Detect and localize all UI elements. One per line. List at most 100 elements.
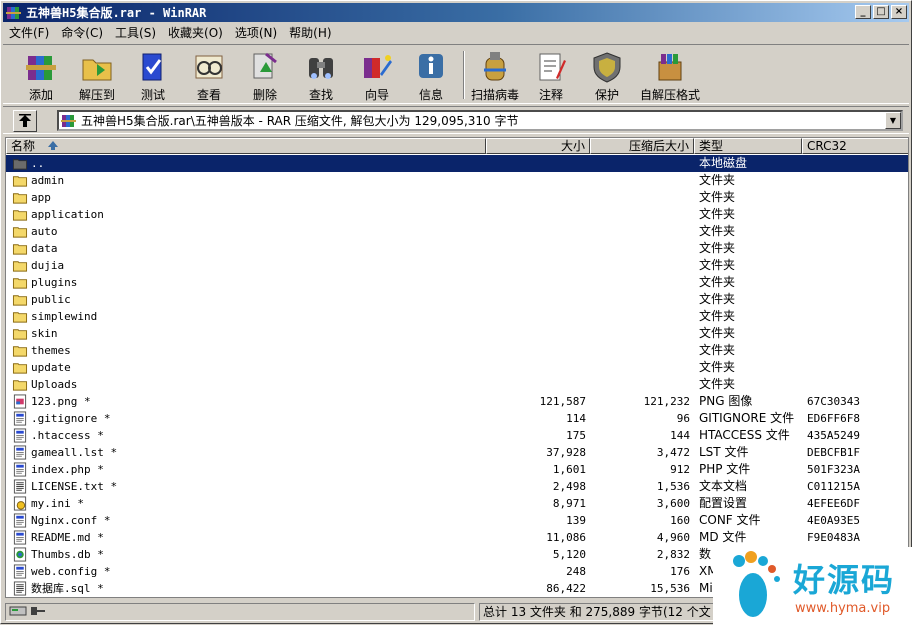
virus-scan-label: 扫描病毒 [470, 88, 519, 102]
table-row[interactable]: index.php * 1,601 912 PHP 文件 501F323A [6, 461, 908, 478]
find-button[interactable]: 查找 [293, 47, 349, 103]
address-dropdown-button[interactable]: ▼ [885, 112, 901, 129]
extract-to-button[interactable]: 解压到 [69, 47, 125, 103]
table-row[interactable]: dujia 文件夹 [6, 257, 908, 274]
sort-up-icon [47, 141, 58, 150]
folder-icon [12, 312, 28, 323]
table-row[interactable]: README.md * 11,086 4,960 MD 文件 F9E0483A [6, 529, 908, 546]
row-name: my.ini * [31, 497, 84, 510]
menu-options[interactable]: 选项(N) [229, 24, 283, 41]
table-row[interactable]: app 文件夹 [6, 189, 908, 206]
table-row[interactable]: Uploads 文件夹 [6, 376, 908, 393]
file-icon [13, 513, 27, 528]
file-icon [13, 496, 27, 511]
wizard-button[interactable]: 向导 [349, 47, 405, 103]
row-crc: C011215A [807, 480, 860, 493]
table-row[interactable]: plugins 文件夹 [6, 274, 908, 291]
wizard-icon [364, 55, 392, 78]
test-label: 测试 [140, 88, 165, 102]
table-row[interactable]: auto 文件夹 [6, 223, 908, 240]
table-row[interactable]: admin 文件夹 [6, 172, 908, 189]
table-row[interactable]: application 文件夹 [6, 206, 908, 223]
delete-recycle-icon [253, 52, 277, 79]
menu-help[interactable]: 帮助(H) [283, 24, 337, 41]
delete-button[interactable]: 删除 [237, 47, 293, 103]
table-row[interactable]: public 文件夹 [6, 291, 908, 308]
col-packed-header[interactable]: 压缩后大小 [590, 138, 694, 154]
row-packed: 15,536 [650, 582, 690, 595]
table-row[interactable]: gameall.lst * 37,928 3,472 LST 文件 DEBCFB1F [6, 444, 908, 461]
table-row[interactable]: Nginx.conf * 139 160 CONF 文件 4E0A93E5 [6, 512, 908, 529]
row-size: 2,498 [552, 480, 586, 493]
protect-button[interactable]: 保护 [579, 47, 635, 103]
col-size-header[interactable]: 大小 [486, 138, 590, 154]
folder-icon [12, 176, 28, 187]
row-size: 11,086 [546, 531, 586, 544]
row-type: LST 文件 [699, 445, 749, 459]
table-row[interactable]: simplewind 文件夹 [6, 308, 908, 325]
row-crc: ED6FF6F8 [807, 412, 860, 425]
table-row[interactable]: .. 本地磁盘 [6, 155, 908, 172]
row-packed: 121,232 [643, 395, 690, 408]
table-row[interactable]: 123.png * 121,587 121,232 PNG 图像 67C30343 [6, 393, 908, 410]
menu-commands[interactable]: 命令(C) [55, 24, 109, 41]
row-size: 114 [566, 412, 586, 425]
col-crc-header[interactable]: CRC32 [802, 138, 908, 154]
menu-tools[interactable]: 工具(S) [109, 24, 162, 41]
row-name: .. [31, 157, 45, 170]
row-name: Uploads [31, 378, 78, 391]
file-icon [13, 530, 27, 545]
row-size: 37,928 [546, 446, 586, 459]
rar-archive-icon [61, 114, 76, 127]
table-row[interactable]: my.ini * 8,971 3,600 配置设置 4EFEE6DF [6, 495, 908, 512]
test-button[interactable]: 测试 [125, 47, 181, 103]
menu-bar: 文件(F) 命令(C) 工具(S) 收藏夹(O) 选项(N) 帮助(H) [3, 23, 909, 42]
menu-favorites[interactable]: 收藏夹(O) [162, 24, 229, 41]
sfx-button[interactable]: 自解压格式 [637, 47, 703, 103]
row-name: .gitignore * [31, 412, 111, 425]
close-button[interactable]: × [891, 5, 907, 19]
view-button[interactable]: 查看 [181, 47, 237, 103]
comment-button[interactable]: 注释 [523, 47, 579, 103]
folder-icon [12, 329, 28, 340]
table-row[interactable]: update 文件夹 [6, 359, 908, 376]
view-label: 查看 [196, 88, 221, 102]
row-type: 文件夹 [699, 190, 736, 204]
row-crc: 4E0A93E5 [807, 514, 860, 527]
up-folder-button[interactable] [13, 110, 37, 132]
table-row[interactable]: skin 文件夹 [6, 325, 908, 342]
col-type-header[interactable]: 类型 [694, 138, 802, 154]
row-name: README.md * [31, 531, 104, 544]
virus-scan-button[interactable]: 扫描病毒 [467, 47, 523, 103]
row-type: 文件夹 [699, 377, 736, 391]
add-button[interactable]: 添加 [13, 47, 69, 103]
row-packed: 96 [676, 412, 690, 425]
menu-file[interactable]: 文件(F) [3, 24, 55, 41]
info-button[interactable]: 信息 [403, 47, 459, 103]
row-type: 文件夹 [699, 173, 736, 187]
toolbar-separator [463, 51, 465, 99]
row-packed: 4,960 [656, 531, 690, 544]
title-bar[interactable]: 五神兽H5集合版.rar - WinRAR _ □ × [3, 3, 909, 22]
row-crc: F9E0483A [807, 531, 860, 544]
address-box[interactable]: 五神兽H5集合版.rar\五神兽版本 - RAR 压缩文件, 解包大小为 129… [57, 110, 903, 131]
table-row[interactable]: data 文件夹 [6, 240, 908, 257]
row-name: index.php * [31, 463, 104, 476]
row-name: web.config * [31, 565, 111, 578]
row-size: 1,601 [552, 463, 586, 476]
table-row[interactable]: .htaccess * 175 144 HTACCESS 文件 435A5249 [6, 427, 908, 444]
folder-icon [12, 244, 28, 255]
info-icon [419, 54, 443, 78]
file-list[interactable]: 名称 大小 压缩后大小 类型 CRC32 .. 本地磁盘 admin 文件夹 app 文件… [5, 137, 909, 598]
row-packed: 2,832 [656, 548, 690, 561]
extract-folder-icon [82, 59, 112, 81]
row-name: data [31, 242, 58, 255]
minimize-button[interactable]: _ [855, 5, 871, 19]
file-icon [13, 445, 27, 460]
table-row[interactable]: LICENSE.txt * 2,498 1,536 文本文档 C011215A [6, 478, 908, 495]
row-size: 8,971 [552, 497, 586, 510]
maximize-button[interactable]: □ [873, 5, 889, 19]
table-row[interactable]: .gitignore * 114 96 GITIGNORE 文件 ED6FF6F8 [6, 410, 908, 427]
table-row[interactable]: themes 文件夹 [6, 342, 908, 359]
col-name-header[interactable]: 名称 [6, 138, 486, 154]
